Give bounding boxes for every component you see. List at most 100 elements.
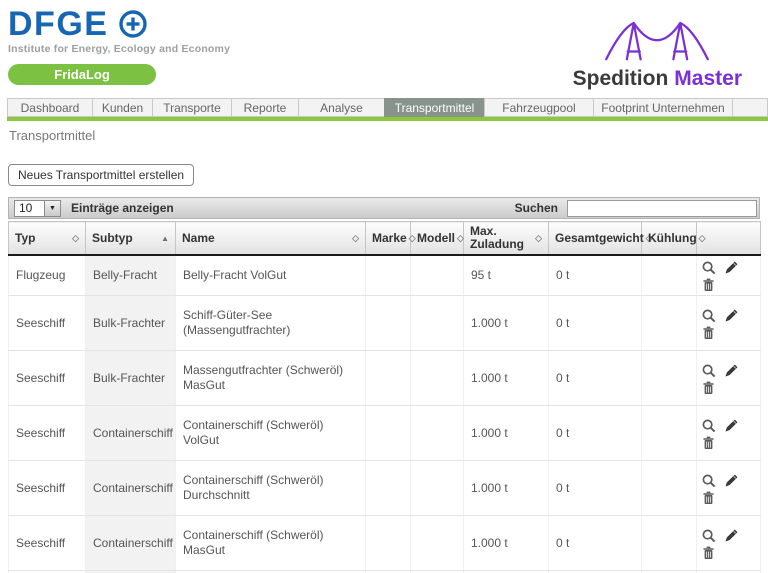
table-header-row: Typ◇Subtyp▲Name◇Marke◇Modell◇Max. Zuladu… xyxy=(9,222,761,256)
column-header-gesamtgewicht[interactable]: Gesamtgewicht◇ xyxy=(549,222,642,256)
sort-icon: ◇ xyxy=(409,233,416,244)
cell-actions xyxy=(697,461,761,516)
cell-actions xyxy=(697,255,761,296)
cell-subtyp: Containerschiff xyxy=(86,406,176,461)
page-size-select[interactable]: 10 ▼ xyxy=(14,200,61,217)
delete-icon[interactable] xyxy=(701,325,716,340)
tab-reporte[interactable]: Reporte xyxy=(231,98,299,117)
cell-kuehlung xyxy=(642,461,697,516)
tab-kunden[interactable]: Kunden xyxy=(92,98,153,117)
cell-max_zuladung: 1.000 t xyxy=(464,406,549,461)
view-icon[interactable] xyxy=(701,363,716,378)
edit-icon[interactable] xyxy=(723,418,738,433)
edit-icon[interactable] xyxy=(723,308,738,323)
edit-icon[interactable] xyxy=(723,528,738,543)
circle-plus-icon xyxy=(118,9,148,39)
view-icon[interactable] xyxy=(701,528,716,543)
column-header-name[interactable]: Name◇ xyxy=(176,222,366,256)
column-label: Typ xyxy=(15,232,35,245)
cell-max_zuladung: 1.000 t xyxy=(464,351,549,406)
brand-block: SpeditionMaster xyxy=(573,16,742,90)
cell-max_zuladung: 1.000 t xyxy=(464,296,549,351)
column-header-max_zuladung[interactable]: Max. Zuladung◇ xyxy=(464,222,549,256)
column-header-marke[interactable]: Marke◇ xyxy=(366,222,411,256)
cell-subtyp: Bulk-Frachter xyxy=(86,351,176,406)
tab-transporte[interactable]: Transporte xyxy=(152,98,232,117)
table-row: FlugzeugBelly-FrachtBelly-Fracht VolGut9… xyxy=(9,255,761,296)
cell-gesamtgewicht: 0 t xyxy=(549,406,642,461)
cell-name: Containerschiff (Schweröl) Durchschnitt xyxy=(176,461,366,516)
chevron-down-icon: ▼ xyxy=(44,201,60,216)
edit-icon[interactable] xyxy=(723,261,738,276)
sort-icon: ◇ xyxy=(457,233,464,244)
cell-typ: Seeschiff xyxy=(9,406,86,461)
brand-secondary: Master xyxy=(674,67,742,90)
dfge-logo: DFGE xyxy=(8,6,108,42)
cell-modell xyxy=(411,296,464,351)
cell-typ: Flugzeug xyxy=(9,255,86,296)
cell-max_zuladung: 95 t xyxy=(464,255,549,296)
edit-icon[interactable] xyxy=(723,363,738,378)
tab-footprint-unternehmen[interactable]: Footprint Unternehmen xyxy=(593,98,733,117)
column-label: Modell xyxy=(417,232,455,245)
cell-actions xyxy=(697,406,761,461)
delete-icon[interactable] xyxy=(701,278,716,293)
delete-icon[interactable] xyxy=(701,435,716,450)
column-header-modell[interactable]: Modell◇ xyxy=(411,222,464,256)
cell-gesamtgewicht: 0 t xyxy=(549,255,642,296)
tab-analyse[interactable]: Analyse xyxy=(298,98,385,117)
cell-gesamtgewicht: 0 t xyxy=(549,461,642,516)
cell-kuehlung xyxy=(642,296,697,351)
column-label: Marke xyxy=(372,232,407,245)
fridalog-badge[interactable]: FridaLog xyxy=(8,64,156,85)
page: DFGE Institute for Energy, Ecology and E… xyxy=(0,0,768,573)
delete-icon[interactable] xyxy=(701,490,716,505)
cell-actions xyxy=(697,351,761,406)
tab-dashboard[interactable]: Dashboard xyxy=(7,98,93,117)
view-icon[interactable] xyxy=(701,261,716,276)
column-header-kuehlung[interactable]: Kühlung◇ xyxy=(642,222,697,256)
delete-icon[interactable] xyxy=(701,380,716,395)
cell-kuehlung xyxy=(642,351,697,406)
view-icon[interactable] xyxy=(701,473,716,488)
accent-divider xyxy=(7,117,768,121)
tab-transportmittel[interactable]: Transportmittel xyxy=(384,98,485,117)
cell-modell xyxy=(411,406,464,461)
table-row: SeeschiffContainerschiffContainerschiff … xyxy=(9,516,761,571)
table-row: SeeschiffBulk-FrachterMassengutfrachter … xyxy=(9,351,761,406)
transportmittel-table: Typ◇Subtyp▲Name◇Marke◇Modell◇Max. Zuladu… xyxy=(8,221,761,573)
cell-gesamtgewicht: 0 t xyxy=(549,351,642,406)
brand-title: SpeditionMaster xyxy=(573,68,742,90)
view-icon[interactable] xyxy=(701,418,716,433)
main-nav: DashboardKundenTransporteReporteAnalyseT… xyxy=(7,98,768,117)
cell-max_zuladung: 1.000 t xyxy=(464,516,549,571)
tab-fahrzeugpool[interactable]: Fahrzeugpool xyxy=(484,98,594,117)
sort-icon: ◇ xyxy=(352,233,359,244)
view-icon[interactable] xyxy=(701,308,716,323)
cell-marke xyxy=(366,461,411,516)
cell-actions xyxy=(697,296,761,351)
cell-typ: Seeschiff xyxy=(9,461,86,516)
create-transportmittel-button[interactable]: Neues Transportmittel erstellen xyxy=(8,164,194,186)
sort-icon: ▲ xyxy=(161,234,169,243)
cell-modell xyxy=(411,351,464,406)
table-row: SeeschiffContainerschiffContainerschiff … xyxy=(9,406,761,461)
column-header-actions xyxy=(697,222,761,256)
sort-icon: ◇ xyxy=(72,233,79,244)
search-input[interactable] xyxy=(567,200,757,217)
cell-marke xyxy=(366,406,411,461)
column-header-typ[interactable]: Typ ◇ xyxy=(9,222,86,256)
column-label: Subtyp xyxy=(92,232,133,245)
cell-typ: Seeschiff xyxy=(9,296,86,351)
edit-icon[interactable] xyxy=(723,473,738,488)
cell-actions xyxy=(697,516,761,571)
cell-max_zuladung: 1.000 t xyxy=(464,461,549,516)
logo-tagline: Institute for Energy, Ecology and Econom… xyxy=(8,43,230,55)
cell-subtyp: Containerschiff xyxy=(86,516,176,571)
cell-name: Belly-Fracht VolGut xyxy=(176,255,366,296)
cell-name: Containerschiff (Schweröl) VolGut xyxy=(176,406,366,461)
cell-gesamtgewicht: 0 t xyxy=(549,516,642,571)
column-label: Kühlung xyxy=(648,232,697,245)
column-header-subtyp[interactable]: Subtyp ▲ xyxy=(86,222,176,256)
delete-icon[interactable] xyxy=(701,545,716,560)
